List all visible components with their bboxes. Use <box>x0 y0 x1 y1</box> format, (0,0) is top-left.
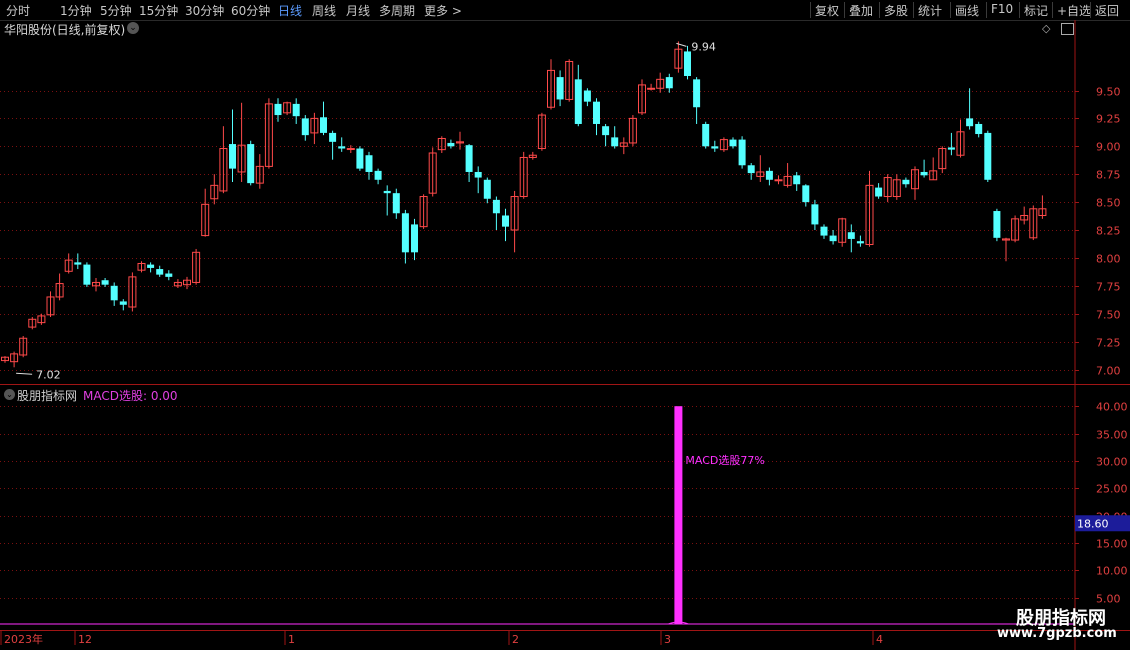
candle-body <box>747 165 755 174</box>
candle-body <box>119 301 127 305</box>
candle-body <box>374 170 382 180</box>
x-tick-label: 1 <box>288 633 295 646</box>
current-value-label: 18.60 <box>1077 517 1109 530</box>
y-tick-label: 9.00 <box>1096 141 1121 154</box>
candle-body <box>993 211 1001 238</box>
candle-body <box>711 146 719 149</box>
candle-body <box>847 232 855 239</box>
candle-body <box>793 175 801 185</box>
candle-body <box>811 204 819 225</box>
indicator-y-tick-label: 40.00 <box>1096 401 1128 414</box>
candle-body <box>156 269 164 275</box>
candle-body <box>611 137 619 147</box>
candle-body <box>329 132 337 142</box>
x-tick-label: 2023年 <box>4 632 43 646</box>
candle-body <box>820 226 828 236</box>
candle-body <box>765 170 773 180</box>
candle-body <box>574 79 582 124</box>
watermark-url: www.7gpzb.com <box>997 626 1117 641</box>
chart-canvas: 9.50 9.25 9.00 8.75 8.50 8.25 8.00 7.75 7.50 7.25… <box>0 20 1130 650</box>
candle-body <box>702 123 710 147</box>
candle-body <box>729 139 737 147</box>
low-marker <box>16 372 33 375</box>
candle-body <box>483 179 491 199</box>
low-label: 7.02 <box>36 368 61 381</box>
y-tick-label: 9.25 <box>1096 113 1121 126</box>
candle-body <box>320 117 327 133</box>
candle-body <box>292 103 300 117</box>
candle-body <box>383 190 391 194</box>
high-label: 9.94 <box>691 40 716 53</box>
candle-body <box>392 193 400 214</box>
indicator-y-tick-label: 10.00 <box>1096 565 1128 578</box>
indicator-value: MACD选股: 0.00 <box>83 389 178 403</box>
y-tick-label: 7.25 <box>1096 337 1121 350</box>
candle-body <box>301 118 309 136</box>
indicator-bar <box>674 406 683 624</box>
candle-body <box>365 155 373 172</box>
candle-body <box>947 147 955 150</box>
x-tick-label: 3 <box>664 633 671 646</box>
candle-body <box>774 179 783 182</box>
candle-body <box>346 148 355 151</box>
candle-body <box>556 77 564 100</box>
candle-body <box>902 179 910 185</box>
indicator-y-tick-label: 15.00 <box>1096 538 1128 551</box>
indicator-name[interactable]: 股朋指标网 <box>17 387 77 404</box>
x-tick-label: 4 <box>876 633 883 646</box>
y-tick-label: 8.75 <box>1096 169 1121 182</box>
candle-body <box>856 241 864 244</box>
candle-body <box>802 185 810 203</box>
y-tick-label: 9.50 <box>1096 86 1121 99</box>
y-tick-label: 8.25 <box>1096 225 1121 238</box>
candle-body <box>247 144 255 184</box>
candle-body <box>229 144 236 169</box>
y-tick-label: 7.75 <box>1096 281 1121 294</box>
candle-body <box>502 215 509 227</box>
candle-body <box>583 90 591 102</box>
indicator-y-tick-label: 30.00 <box>1096 456 1128 469</box>
indicator-annotation: MACD选股77% <box>685 454 764 467</box>
y-tick-label: 8.00 <box>1096 253 1121 266</box>
candle-body <box>165 273 173 277</box>
candle-body <box>274 103 282 116</box>
y-tick-label: 7.50 <box>1096 309 1121 322</box>
candle-body <box>338 146 346 149</box>
candle-body <box>147 264 155 268</box>
candle-body <box>401 213 409 253</box>
candle-body <box>447 142 455 147</box>
candle-body <box>101 280 109 285</box>
candle-body <box>492 199 500 214</box>
candle-body <box>74 262 82 265</box>
candle-body <box>474 171 482 178</box>
candle-body <box>110 285 118 301</box>
candle-body <box>665 77 673 89</box>
candle-body <box>875 187 883 197</box>
candle-body <box>966 118 974 127</box>
candle-body <box>984 132 992 180</box>
candle-body <box>693 79 701 108</box>
candle-body <box>602 126 610 136</box>
candle-body <box>829 235 837 242</box>
y-tick-label: 8.50 <box>1096 197 1121 210</box>
candle-body <box>356 148 364 169</box>
y-tick-label: 7.00 <box>1096 365 1121 378</box>
candle-body <box>738 139 746 166</box>
candle-body <box>920 171 928 176</box>
candle-body <box>975 123 983 135</box>
candle-body <box>411 224 418 253</box>
x-tick-label: 2 <box>512 633 519 646</box>
candle-body <box>647 87 656 90</box>
candle-body <box>593 101 600 124</box>
candle-body <box>83 264 91 285</box>
candle-body <box>465 145 473 172</box>
indicator-chevron-icon[interactable]: ⌄ <box>4 389 15 400</box>
indicator-y-tick-label: 35.00 <box>1096 429 1128 442</box>
x-tick-label: 12 <box>78 633 92 646</box>
indicator-y-tick-label: 25.00 <box>1096 483 1128 496</box>
candle-body <box>684 51 691 76</box>
